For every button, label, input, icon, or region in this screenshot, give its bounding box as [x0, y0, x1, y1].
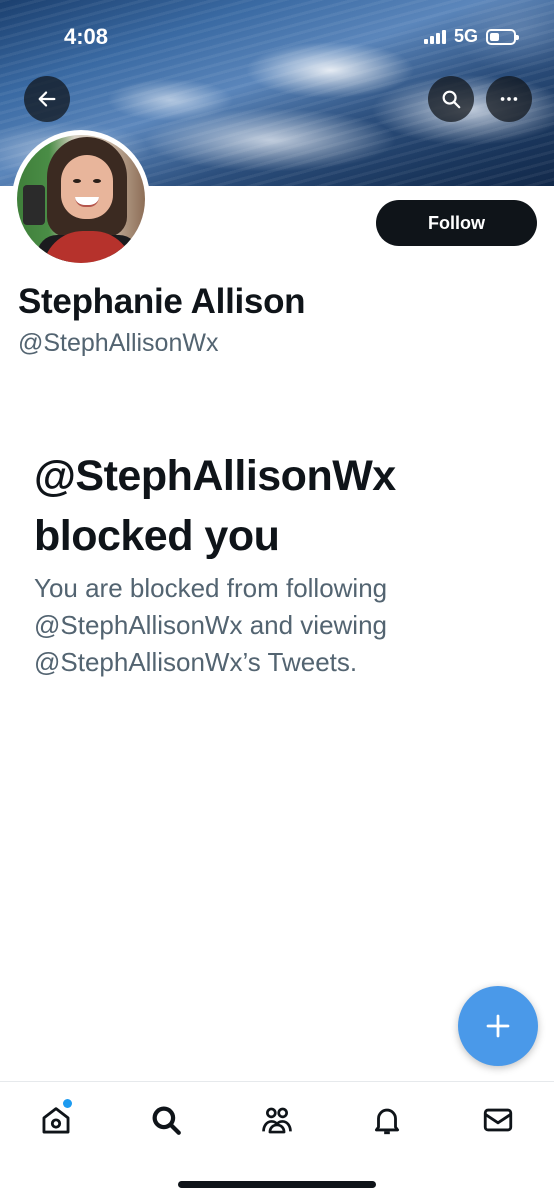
home-indicator — [178, 1181, 376, 1188]
back-button[interactable] — [24, 76, 70, 122]
home-icon — [42, 1107, 70, 1134]
profile-handle: @StephAllisonWx — [18, 329, 219, 357]
compose-tweet-button[interactable] — [458, 986, 538, 1066]
more-horizontal-icon — [500, 97, 518, 101]
bell-icon — [374, 1108, 400, 1135]
blocked-title: @StephAllisonWx blocked you — [34, 452, 396, 560]
display-name: Stephanie Allison — [18, 282, 306, 321]
more-button[interactable] — [486, 76, 532, 122]
follow-button[interactable]: Follow — [376, 200, 537, 246]
tab-messages[interactable] — [476, 1098, 520, 1142]
tab-home[interactable] — [34, 1098, 78, 1142]
arrow-left-icon — [38, 91, 56, 107]
avatar-photo — [17, 135, 145, 263]
signal-icon — [423, 29, 446, 44]
communities-icon — [262, 1107, 292, 1134]
plus-icon — [486, 1014, 510, 1038]
avatar[interactable] — [12, 130, 150, 268]
network-label: 5G — [453, 26, 478, 46]
mail-icon — [483, 1108, 513, 1132]
tab-communities[interactable] — [255, 1098, 299, 1142]
tab-notifications[interactable] — [365, 1098, 409, 1142]
search-button[interactable] — [428, 76, 474, 122]
search-icon — [442, 90, 461, 109]
tab-search[interactable] — [144, 1098, 188, 1142]
search-icon — [152, 1106, 181, 1135]
status-indicators: 5G — [423, 26, 519, 47]
blocked-description: You are blocked from following @StephAll… — [34, 573, 388, 677]
status-time: 4:08 — [64, 24, 109, 49]
battery-icon — [486, 28, 519, 45]
notification-dot — [63, 1099, 72, 1108]
